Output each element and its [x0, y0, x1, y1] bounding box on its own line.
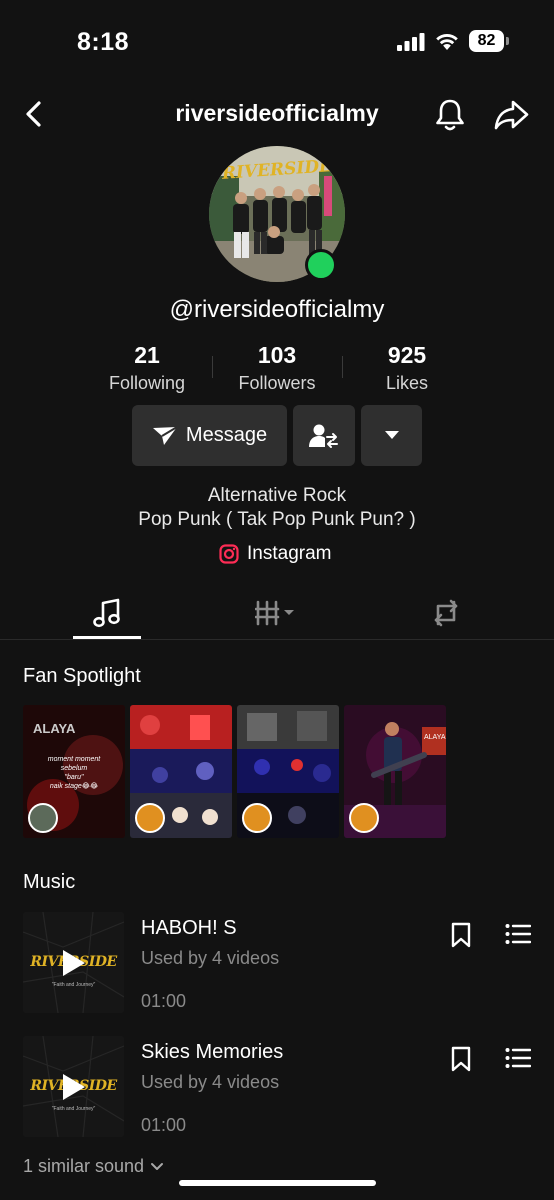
stat-following[interactable]: 21 Following	[104, 342, 190, 394]
similar-sounds-toggle[interactable]: 1 similar sound	[23, 1156, 164, 1177]
instagram-label: Instagram	[247, 543, 332, 564]
bio-line-1: Alternative Rock	[207, 485, 347, 506]
fan-avatar	[349, 803, 379, 833]
home-indicator[interactable]	[179, 1180, 376, 1186]
grid-icon	[255, 600, 294, 626]
tab-videos[interactable]	[243, 590, 311, 636]
bookmark-icon[interactable]	[450, 1046, 472, 1072]
stat-followers[interactable]: 103 Followers	[233, 342, 321, 394]
track-usage: Used by 4 videos	[141, 948, 280, 968]
tabs-divider	[0, 639, 554, 640]
fan-video-thumbnail[interactable]	[237, 705, 339, 838]
add-to-playlist-icon[interactable]	[505, 922, 531, 946]
stat-likes[interactable]: 925 Likes	[370, 342, 444, 394]
message-label: Message	[185, 424, 268, 446]
track-cover-subtitle: "Faith and Journey"	[51, 982, 96, 988]
track-cover[interactable]: RIVERSIDE "Faith and Journey"	[23, 1036, 124, 1137]
share-icon[interactable]	[492, 96, 530, 134]
play-icon[interactable]	[61, 1072, 87, 1102]
music-track[interactable]: RIVERSIDE "Faith and Journey" HABOH! S U…	[23, 912, 533, 1015]
profile-handle: @riversideofficialmy	[169, 296, 385, 323]
stat-divider	[342, 356, 343, 378]
track-title: HABOH! S	[141, 917, 237, 939]
instagram-link[interactable]: Instagram	[219, 543, 331, 565]
play-icon[interactable]	[61, 948, 87, 978]
svg-text:ALAYA: ALAYA	[424, 734, 446, 741]
message-button[interactable]: Message	[132, 405, 287, 466]
more-options-button[interactable]	[361, 405, 422, 466]
similar-sounds-label: 1 similar sound	[23, 1156, 145, 1176]
bio-line-2: Pop Punk ( Tak Pop Punk Pun? )	[138, 509, 416, 530]
fan-avatar	[135, 803, 165, 833]
page-title: riversideofficialmy	[175, 100, 379, 126]
fan-spotlight-title: Fan Spotlight	[23, 665, 141, 687]
fan-avatar	[242, 803, 272, 833]
followers-count: 103	[257, 342, 297, 368]
following-count: 21	[134, 342, 160, 368]
user-swap-icon	[309, 424, 338, 448]
follow-back-button[interactable]	[293, 405, 355, 466]
tab-reposts[interactable]	[412, 590, 480, 636]
wifi-icon	[436, 33, 458, 50]
music-track[interactable]: RIVERSIDE "Faith and Journey" Skies Memo…	[23, 1036, 533, 1139]
track-usage: Used by 4 videos	[141, 1072, 280, 1092]
tab-music[interactable]	[73, 590, 141, 636]
fan-video-thumbnail[interactable]: ALAYA	[344, 705, 446, 838]
fan-video-thumbnail[interactable]	[130, 705, 232, 838]
track-title: Skies Memories	[141, 1041, 284, 1063]
likes-count: 925	[387, 342, 427, 368]
caret-down-icon	[384, 431, 399, 439]
track-cover[interactable]: RIVERSIDE "Faith and Journey"	[23, 912, 124, 1013]
track-duration: 01:00	[141, 991, 187, 1011]
battery-icon: 82	[469, 30, 509, 52]
fan-video-thumbnail[interactable]: ALAYA moment moment sebelum "baru" naik …	[23, 705, 125, 838]
instagram-icon	[219, 544, 239, 564]
track-cover-subtitle: "Faith and Journey"	[51, 1106, 96, 1112]
bookmark-icon[interactable]	[450, 922, 472, 948]
repost-icon	[434, 599, 458, 627]
cellular-signal-icon	[397, 33, 425, 51]
likes-label: Likes	[385, 373, 429, 393]
fan-avatar	[28, 803, 58, 833]
stat-divider	[212, 356, 213, 378]
battery-level: 82	[469, 30, 504, 52]
fan-video-caption: moment moment sebelum "baru" naik stage😂…	[47, 756, 101, 790]
music-note-icon	[93, 598, 120, 628]
track-duration: 01:00	[141, 1115, 187, 1135]
following-label: Following	[108, 373, 186, 393]
followers-label: Followers	[238, 373, 316, 393]
status-time: 8:18	[77, 28, 130, 56]
bell-icon[interactable]	[432, 96, 468, 134]
svg-text:ALAYA: ALAYA	[33, 721, 76, 736]
chevron-down-icon	[151, 1163, 164, 1170]
add-to-playlist-icon[interactable]	[505, 1046, 531, 1070]
send-icon	[152, 425, 178, 445]
online-status-indicator	[305, 249, 337, 281]
music-section-title: Music	[23, 871, 76, 893]
status-bar: 8:18 82	[0, 0, 554, 80]
